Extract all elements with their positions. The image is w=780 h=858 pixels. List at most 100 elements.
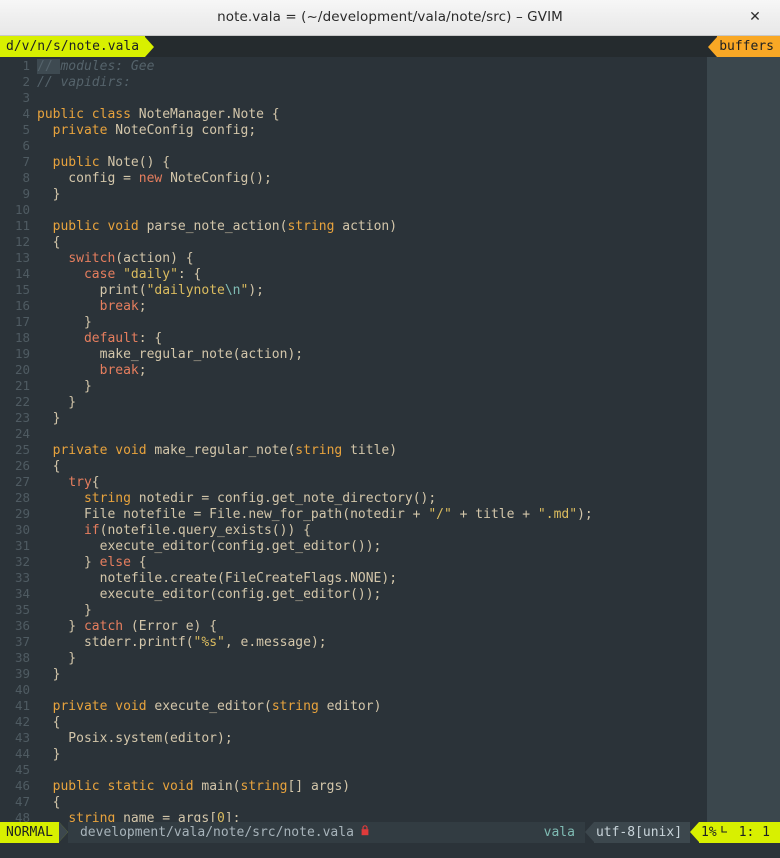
line-number: 23 (14, 410, 30, 425)
code-token: main( (201, 779, 241, 794)
code-token: ; (138, 363, 147, 378)
line-number: 10 (14, 202, 30, 217)
code-token: 0 (217, 811, 225, 822)
code-token: execute_editor(config.get_editor()); (37, 587, 382, 602)
code-line: 44 } (0, 746, 673, 762)
code-line: 48 string name = args[0]; (0, 810, 673, 822)
code-line: 9 } (0, 186, 673, 202)
command-line[interactable] (0, 843, 780, 858)
code-token: private void (52, 699, 155, 714)
line-number: 11 (14, 218, 30, 233)
code-token: make_regular_note(action); (37, 347, 304, 362)
code-line: 43 Posix.system(editor); (0, 730, 673, 746)
code-token: } (37, 187, 61, 202)
code-token: editor) (318, 699, 382, 714)
code-line: 2 // vapidirs: (0, 74, 673, 90)
code-line: 21 } (0, 378, 673, 394)
editor-window[interactable]: 1 // modules: Gee 2 // vapidirs: 3 4 public cl… (0, 57, 780, 822)
code-token: private void (52, 443, 155, 458)
code-token: public void (52, 219, 147, 234)
code-line: 42 { (0, 714, 673, 730)
buffers-button[interactable]: buffers (708, 36, 780, 57)
code-line: 32 } else { (0, 554, 673, 570)
line-number: 34 (14, 586, 30, 601)
line-number: 3 (22, 90, 30, 105)
line-number: 41 (14, 698, 30, 713)
line-number: 44 (14, 746, 30, 761)
line-number: 13 (14, 250, 30, 265)
code-token: (Error e) { (123, 619, 218, 634)
status-encoding-arrow-icon (584, 822, 594, 842)
tab-note-vala[interactable]: d/v/n/s/note.vala (0, 36, 155, 57)
code-line: 24 (0, 426, 673, 442)
code-token: public static void (52, 779, 202, 794)
line-number: 8 (22, 170, 30, 185)
status-line-col: 1: 1 (732, 822, 780, 843)
line-number: 45 (14, 762, 30, 777)
code-token: (notefile.query_exists()) { (99, 523, 311, 538)
code-token: execute_editor(config.get_editor()); (37, 539, 382, 554)
line-number: 12 (14, 234, 30, 249)
code-line: 7 public Note() { (0, 154, 673, 170)
code-line: 22 } (0, 394, 673, 410)
code-token: string (271, 699, 319, 714)
code-line: 36 } catch (Error e) { (0, 618, 673, 634)
code-token: print( (37, 283, 147, 298)
code-line: 15 print("dailynote\n"); (0, 282, 673, 298)
code-token: { (37, 795, 61, 810)
code-line: 26 { (0, 458, 673, 474)
code-token: modules: Gee (60, 59, 155, 74)
code-token: string (68, 811, 116, 822)
status-filetype: vala (533, 822, 585, 843)
code-line: 34 execute_editor(config.get_editor()); (0, 586, 673, 602)
code-token: "daily" (123, 267, 178, 282)
code-token: public (52, 155, 108, 170)
code-token: ".md" (537, 507, 578, 522)
line-number: 38 (14, 650, 30, 665)
code-token: switch (68, 251, 116, 266)
status-percent: 1% (701, 825, 717, 840)
line-number: 42 (14, 714, 30, 729)
vertical-scrollbar[interactable] (707, 57, 780, 822)
line-number: 35 (14, 602, 30, 617)
code-token: stderr.printf( (37, 635, 194, 650)
line-number: 21 (14, 378, 30, 393)
code-token: name = args[ (115, 811, 218, 822)
line-number: 14 (14, 266, 30, 281)
code-token: File notefile = File.new_for_path(notedi… (37, 507, 429, 522)
close-icon[interactable]: ✕ (738, 0, 772, 35)
status-encoding: utf-8[unix] (593, 822, 691, 843)
code-token: Posix.system(editor); (37, 731, 233, 746)
code-token: break (99, 299, 139, 314)
line-number: 17 (14, 314, 30, 329)
buffers-label: buffers (717, 36, 780, 57)
code-line: 1 // modules: Gee (0, 58, 673, 74)
line-number: 19 (14, 346, 30, 361)
code-text-area[interactable]: 1 // modules: Gee 2 // vapidirs: 3 4 public cl… (0, 57, 673, 822)
code-token: ); (248, 283, 264, 298)
code-token: parse_note_action( (146, 219, 288, 234)
code-token: NoteConfig config; (115, 123, 257, 138)
code-token: NoteManager.Note { (138, 107, 280, 122)
line-number: 5 (22, 122, 30, 137)
code-token: private (52, 123, 116, 138)
code-token: : { (138, 331, 163, 346)
line-number: 37 (14, 634, 30, 649)
line-number: 7 (22, 154, 30, 169)
code-token: "/" (428, 507, 452, 522)
line-number: 48 (14, 810, 30, 822)
status-percent-arrow-icon (690, 822, 700, 842)
code-token: ; (138, 299, 147, 314)
code-token: catch (83, 619, 124, 634)
status-file-section: development/vala/note/src/note.vala (67, 822, 377, 843)
code-line: 30 if(notefile.query_exists()) { (0, 522, 673, 538)
code-line: 27 try{ (0, 474, 673, 490)
code-token: title) (342, 443, 398, 458)
code-line: 4 public class NoteManager.Note { (0, 106, 673, 122)
code-token: } (37, 379, 92, 394)
code-token: make_regular_note( (154, 443, 296, 458)
